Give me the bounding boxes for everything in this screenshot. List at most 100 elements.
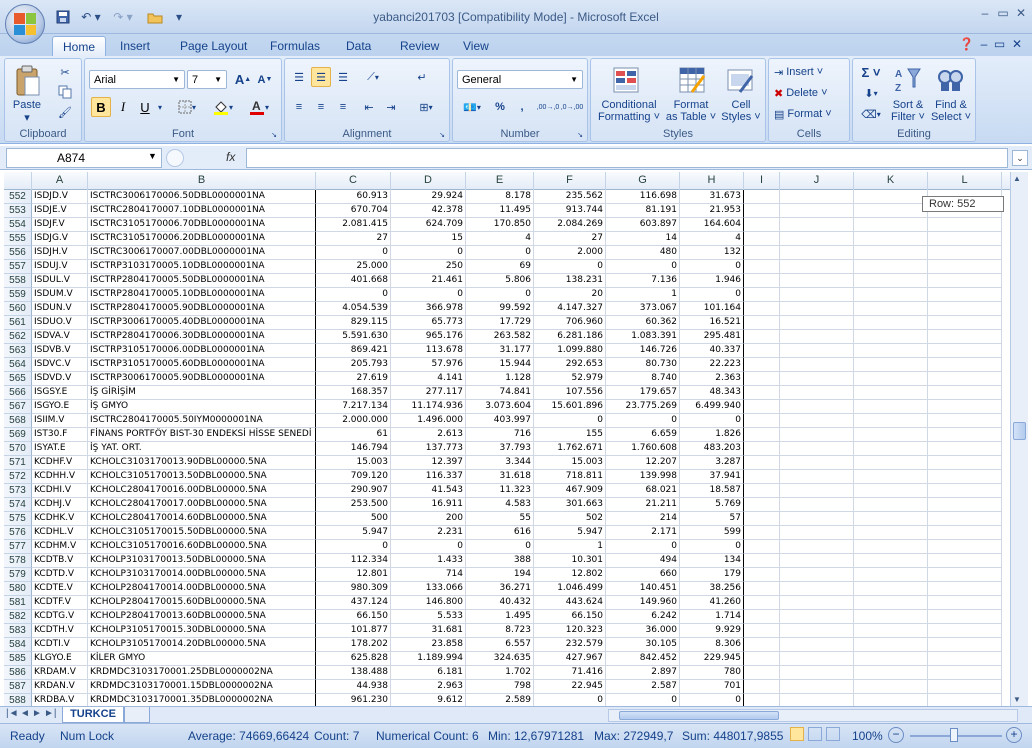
cell-j[interactable] xyxy=(780,470,854,484)
cell-c[interactable]: 25.000 xyxy=(316,260,391,274)
expand-formula-bar-icon[interactable]: ⌄ xyxy=(1012,150,1028,166)
cell-b[interactable]: ISCTRP2804170005.50DBL0000001NA xyxy=(88,274,316,288)
cell-f[interactable]: 22.945 xyxy=(534,680,606,694)
cell-f[interactable]: 155 xyxy=(534,428,606,442)
cell-h[interactable]: 57 xyxy=(680,512,744,526)
cell-l[interactable] xyxy=(928,288,1002,302)
cell-h[interactable]: 701 xyxy=(680,680,744,694)
underline-dropdown-icon[interactable]: ▾ xyxy=(155,97,165,117)
cell-f[interactable]: 1.762.671 xyxy=(534,442,606,456)
cell-i[interactable] xyxy=(744,204,780,218)
cell-i[interactable] xyxy=(744,666,780,680)
cell-e[interactable]: 37.793 xyxy=(466,442,534,456)
row-header[interactable]: 583 xyxy=(4,624,32,638)
cell-h[interactable]: 229.945 xyxy=(680,652,744,666)
cell-b[interactable]: ISCTRP3105170006.00DBL0000001NA xyxy=(88,344,316,358)
font-color-icon[interactable]: A ▾ xyxy=(243,97,275,117)
cell-j[interactable] xyxy=(780,358,854,372)
cell-c[interactable]: 5.591.630 xyxy=(316,330,391,344)
page-layout-view-icon[interactable] xyxy=(808,727,822,741)
cell-d[interactable]: 42.378 xyxy=(391,204,466,218)
cell-l[interactable] xyxy=(928,540,1002,554)
cell-b[interactable]: ISCTRP3105170005.60DBL0000001NA xyxy=(88,358,316,372)
cell-h[interactable]: 483.203 xyxy=(680,442,744,456)
cell-b[interactable]: KCHOLC2804170016.00DBL00000.5NA xyxy=(88,484,316,498)
column-header-b[interactable]: B xyxy=(88,172,316,190)
last-sheet-icon[interactable]: ►| xyxy=(44,708,57,719)
cell-j[interactable] xyxy=(780,638,854,652)
cell-e[interactable]: 403.997 xyxy=(466,414,534,428)
underline-button[interactable]: U xyxy=(135,97,155,117)
decrease-decimal-button[interactable]: ,0→,00 xyxy=(561,97,584,117)
cell-h[interactable]: 0 xyxy=(680,288,744,302)
column-header-a[interactable]: A xyxy=(32,172,88,190)
cell-i[interactable] xyxy=(744,610,780,624)
cell-i[interactable] xyxy=(744,470,780,484)
find-select-button[interactable]: Find & Select ˅ xyxy=(929,99,973,123)
grow-font-icon[interactable]: A ▲ xyxy=(233,70,253,89)
cell-l[interactable] xyxy=(928,428,1002,442)
next-sheet-icon[interactable]: ► xyxy=(32,708,42,719)
cell-i[interactable] xyxy=(744,582,780,596)
tab-formulas[interactable]: Formulas xyxy=(260,36,330,56)
cell-d[interactable]: 29.924 xyxy=(391,190,466,204)
cell-d[interactable]: 16.911 xyxy=(391,498,466,512)
cell-g[interactable]: 2.897 xyxy=(606,666,680,680)
italic-button[interactable]: I xyxy=(113,97,133,117)
number-format-select[interactable]: General ▼ xyxy=(457,70,583,89)
cell-b[interactable]: KCHOLP2804170015.60DBL00000.5NA xyxy=(88,596,316,610)
cell-i[interactable] xyxy=(744,568,780,582)
cell-j[interactable] xyxy=(780,666,854,680)
cell-a[interactable]: ISDUM.V xyxy=(32,288,88,302)
cell-a[interactable]: ISDJG.V xyxy=(32,232,88,246)
cell-c[interactable]: 709.120 xyxy=(316,470,391,484)
cell-j[interactable] xyxy=(780,540,854,554)
sheet-tab-turkce[interactable]: TURKCE xyxy=(62,707,124,723)
cell-c[interactable]: 500 xyxy=(316,512,391,526)
cell-k[interactable] xyxy=(854,666,928,680)
cell-k[interactable] xyxy=(854,442,928,456)
cell-l[interactable] xyxy=(928,512,1002,526)
cell-e[interactable]: 4 xyxy=(466,232,534,246)
cell-j[interactable] xyxy=(780,582,854,596)
cell-j[interactable] xyxy=(780,288,854,302)
cell-c[interactable]: 101.877 xyxy=(316,624,391,638)
paste-button[interactable]: Paste xyxy=(9,99,45,111)
cell-g[interactable]: 6.242 xyxy=(606,610,680,624)
cell-d[interactable]: 21.461 xyxy=(391,274,466,288)
cell-a[interactable]: KCDTG.V xyxy=(32,610,88,624)
cell-e[interactable]: 31.618 xyxy=(466,470,534,484)
cell-j[interactable] xyxy=(780,442,854,456)
cell-h[interactable]: 3.287 xyxy=(680,456,744,470)
column-header-l[interactable]: L xyxy=(928,172,1002,190)
cell-l[interactable] xyxy=(928,330,1002,344)
cell-f[interactable]: 120.323 xyxy=(534,624,606,638)
cell-i[interactable] xyxy=(744,316,780,330)
cell-c[interactable]: 961.230 xyxy=(316,694,391,706)
cell-e[interactable]: 40.432 xyxy=(466,596,534,610)
first-sheet-icon[interactable]: |◄ xyxy=(6,708,19,719)
cell-j[interactable] xyxy=(780,274,854,288)
row-header[interactable]: 559 xyxy=(4,288,32,302)
cell-k[interactable] xyxy=(854,540,928,554)
cell-j[interactable] xyxy=(780,190,854,204)
cell-i[interactable] xyxy=(744,442,780,456)
cell-c[interactable]: 60.913 xyxy=(316,190,391,204)
cell-c[interactable]: 27 xyxy=(316,232,391,246)
select-all-corner[interactable] xyxy=(4,172,32,190)
cell-c[interactable]: 178.202 xyxy=(316,638,391,652)
cell-a[interactable]: IST30.F xyxy=(32,428,88,442)
cell-l[interactable] xyxy=(928,316,1002,330)
row-header[interactable]: 577 xyxy=(4,540,32,554)
clear-icon[interactable]: ⌫ ▾ xyxy=(857,105,885,123)
cell-d[interactable]: 0 xyxy=(391,540,466,554)
cell-b[interactable]: ISCTRP3006170005.40DBL0000001NA xyxy=(88,316,316,330)
cell-h[interactable]: 2.363 xyxy=(680,372,744,386)
cell-f[interactable]: 5.947 xyxy=(534,526,606,540)
row-header[interactable]: 580 xyxy=(4,582,32,596)
worksheet-grid[interactable]: A B C D E F G H I J K L 552 ISDJD.V ISCTRC… xyxy=(4,172,1010,706)
cell-h[interactable]: 21.953 xyxy=(680,204,744,218)
paste-dropdown-icon[interactable]: ▾ xyxy=(9,112,45,124)
cell-j[interactable] xyxy=(780,246,854,260)
cell-e[interactable]: 2.589 xyxy=(466,694,534,706)
